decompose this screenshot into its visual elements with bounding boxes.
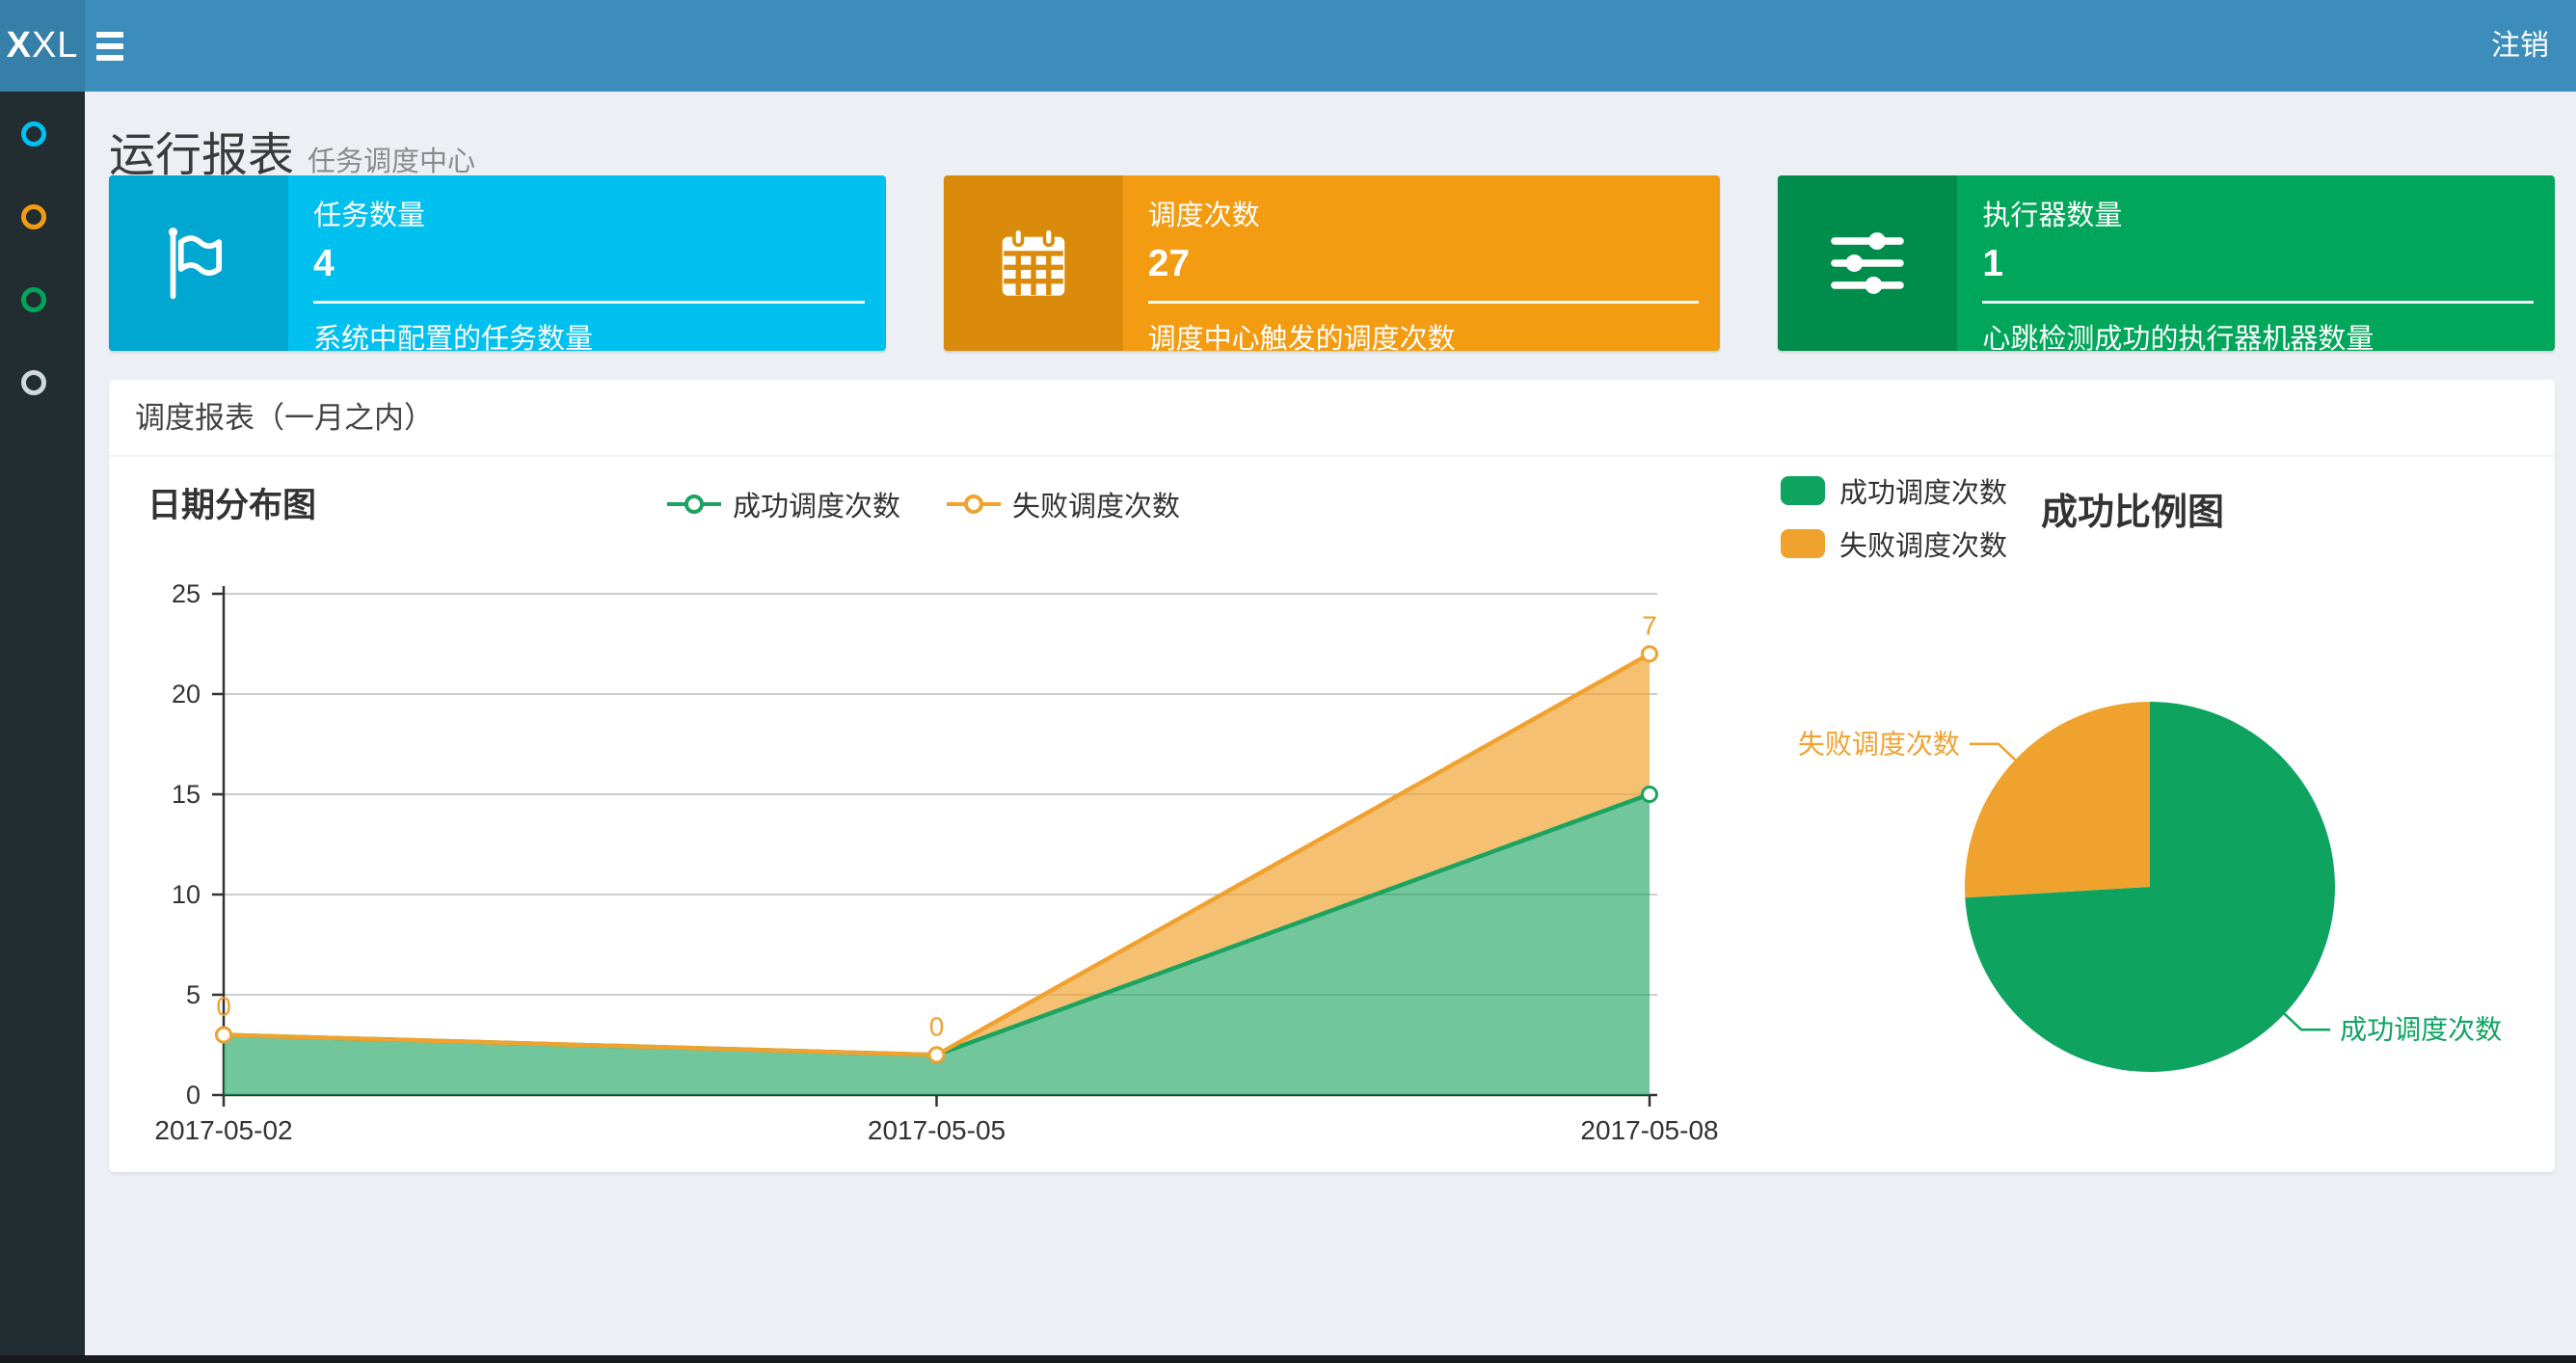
sidebar-item-executors[interactable] <box>21 370 46 395</box>
svg-text:2017-05-05: 2017-05-05 <box>868 1115 1006 1145</box>
info-box-label: 任务数量 <box>313 200 426 231</box>
info-box-label: 调度次数 <box>1147 200 1260 231</box>
page-subtitle: 任务调度中心 <box>308 147 476 177</box>
report-panel: 调度报表（一月之内） 日期分布图 成功调度次数 失败调度次数 成功调度次数 失败调度… <box>109 380 2555 1172</box>
svg-text:0: 0 <box>186 1081 201 1109</box>
calendar-icon <box>943 175 1123 351</box>
svg-text:25: 25 <box>172 579 201 608</box>
logo-bold: X <box>6 25 32 66</box>
sidebar <box>0 92 85 1363</box>
panel-body: 日期分布图 成功调度次数 失败调度次数 成功调度次数 失败调度次数 成功比例图 05… <box>109 457 2555 1172</box>
main-content: 运行报表 任务调度中心 任务数量 4 系统中配置的任务数量 调度次数 27 调度… <box>85 92 2576 1363</box>
info-box-content: 执行器数量 1 心跳检测成功的执行器机器数量 <box>1957 175 2555 357</box>
sidebar-toggle-button[interactable] <box>96 0 141 92</box>
info-box-description: 心跳检测成功的执行器机器数量 <box>1982 324 2375 355</box>
divider <box>313 301 865 304</box>
hamburger-icon <box>96 31 123 38</box>
logo-rest: XL <box>31 25 79 66</box>
info-box-triggers: 调度次数 27 调度中心触发的调度次数 <box>943 175 1721 355</box>
window-bottom-edge <box>0 1355 2576 1363</box>
info-box-description: 系统中配置的任务数量 <box>313 324 594 355</box>
chart-plot-area[interactable]: 0 0 7 <box>215 610 1658 1095</box>
svg-text:2017-05-02: 2017-05-02 <box>154 1115 292 1145</box>
info-box-row: 任务数量 4 系统中配置的任务数量 调度次数 27 调度中心触发的调度次数 执行… <box>109 175 2556 355</box>
info-box-label: 执行器数量 <box>1982 200 2123 231</box>
info-box-value: 27 <box>1147 243 1191 284</box>
info-box-value: 4 <box>313 243 335 284</box>
page-title: 运行报表 <box>109 130 295 181</box>
svg-text:7: 7 <box>1642 610 1657 640</box>
sidebar-item-reports[interactable] <box>21 121 46 147</box>
svg-text:10: 10 <box>172 880 201 909</box>
sidebar-item-logs[interactable] <box>21 287 46 312</box>
svg-text:20: 20 <box>172 680 201 708</box>
divider <box>1147 301 1700 304</box>
success-ratio-pie-chart[interactable]: 成功调度次数 失败调度次数 <box>1798 702 2502 1072</box>
app-window: X XL 注销 运行报表 任务调度中心 任务数量 4 系统中配置的任务数量 调度… <box>0 0 2576 1363</box>
info-box-description: 调度中心触发的调度次数 <box>1147 324 1456 355</box>
panel-title: 调度报表（一月之内） <box>109 380 2555 457</box>
divider <box>1982 301 2535 304</box>
content-header: 运行报表 任务调度中心 <box>85 92 2576 181</box>
svg-text:0: 0 <box>216 992 231 1022</box>
info-box-jobs: 任务数量 4 系统中配置的任务数量 <box>109 175 886 355</box>
info-box-value: 1 <box>1982 243 2004 284</box>
svg-text:失败调度次数: 失败调度次数 <box>1798 729 1960 759</box>
svg-text:15: 15 <box>172 780 201 809</box>
top-navbar: X XL 注销 <box>0 0 2576 92</box>
sliders-icon <box>1778 175 1958 351</box>
info-box-content: 任务数量 4 系统中配置的任务数量 <box>288 175 886 357</box>
info-box-content: 调度次数 27 调度中心触发的调度次数 <box>1123 175 1721 357</box>
svg-text:成功调度次数: 成功调度次数 <box>2340 1015 2502 1045</box>
sidebar-item-jobs[interactable] <box>21 204 46 229</box>
logout-link[interactable]: 注销 <box>2491 0 2549 92</box>
svg-text:2017-05-08: 2017-05-08 <box>1580 1115 1718 1145</box>
app-logo[interactable]: X XL <box>0 0 85 92</box>
date-distribution-chart[interactable]: 05101520252017-05-02 2017-05-05 2017-05-08… <box>109 457 2555 1172</box>
svg-text:0: 0 <box>929 1011 945 1041</box>
info-box-executors: 执行器数量 1 心跳检测成功的执行器机器数量 <box>1778 175 2556 355</box>
flag-icon <box>109 175 288 351</box>
svg-text:5: 5 <box>186 980 201 1009</box>
